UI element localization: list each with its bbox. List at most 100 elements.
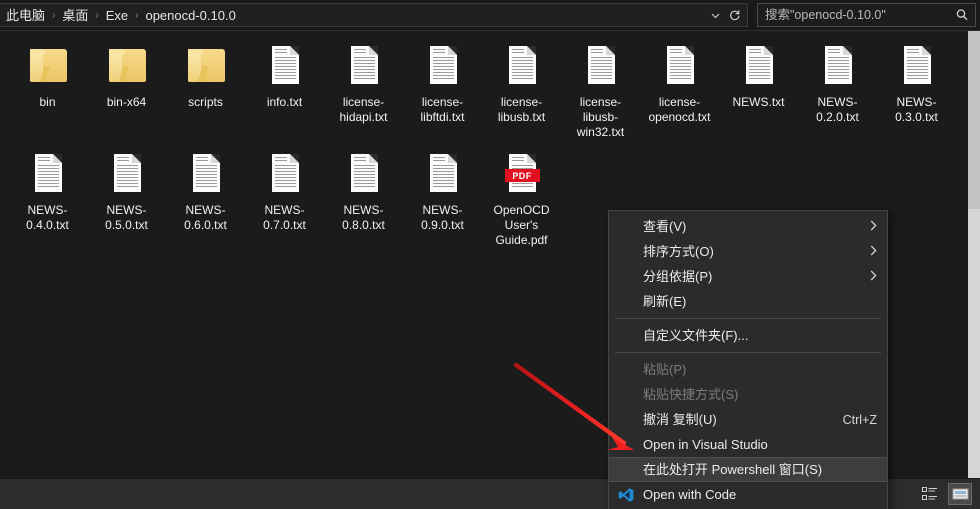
context-menu-item[interactable]: 在此处打开 Powershell 窗口(S)	[609, 457, 887, 482]
search-input[interactable]	[758, 8, 949, 22]
menu-item-icon-slot	[609, 239, 643, 264]
file-name-label: NEWS-0.6.0.txt	[184, 203, 227, 232]
pdf-file-icon: PDF	[498, 150, 546, 198]
context-menu-item-label: 查看(V)	[643, 219, 687, 234]
file-name-label: NEWS-0.7.0.txt	[263, 203, 306, 232]
context-menu[interactable]: 查看(V) 排序方式(O) 分组依据(P) 刷新(E) 自定义文件夹(F)... 粘贴(P…	[608, 210, 888, 509]
vertical-scrollbar[interactable]	[968, 31, 980, 478]
text-file-icon	[656, 42, 704, 90]
file-tile[interactable]: NEWS-0.9.0.txt	[403, 144, 482, 248]
menu-item-icon-slot	[609, 432, 643, 457]
pdf-badge: PDF	[504, 169, 540, 182]
file-tile[interactable]: scripts	[166, 36, 245, 140]
text-file-icon	[814, 42, 862, 90]
context-menu-item-label: 粘贴快捷方式(S)	[643, 387, 739, 402]
file-tile[interactable]: license-libftdi.txt	[403, 36, 482, 140]
text-file-icon	[419, 42, 467, 90]
context-menu-item[interactable]: 分组依据(P)	[609, 264, 887, 289]
context-menu-item[interactable]: 查看(V)	[609, 214, 887, 239]
view-mode-buttons	[918, 483, 972, 505]
context-menu-item-label: 撤消 复制(U)	[643, 412, 717, 427]
chevron-right-icon	[860, 264, 877, 289]
context-menu-item-label: 粘贴(P)	[643, 362, 687, 377]
file-tile[interactable]: license-libusb-win32.txt	[561, 36, 640, 140]
file-name-label: license-libusb.txt	[497, 95, 546, 124]
file-tile[interactable]: NEWS-0.5.0.txt	[87, 144, 166, 248]
file-tile[interactable]: bin-x64	[87, 36, 166, 140]
menu-separator	[615, 352, 881, 353]
breadcrumb-separator: ›	[135, 9, 139, 21]
context-menu-item[interactable]: 刷新(E)	[609, 289, 887, 314]
file-name-label: NEWS-0.9.0.txt	[421, 203, 464, 232]
context-menu-item: 粘贴(P)	[609, 357, 887, 382]
breadcrumb-item[interactable]: Exe	[101, 5, 133, 26]
file-tile[interactable]: NEWS-0.4.0.txt	[8, 144, 87, 248]
context-menu-item[interactable]: 撤消 复制(U) Ctrl+Z	[609, 407, 887, 432]
breadcrumb-separator: ›	[52, 9, 56, 21]
breadcrumb-bar[interactable]: 此电脑 › 桌面 › Exe › openocd-0.10.0	[0, 3, 748, 27]
search-icon[interactable]	[949, 4, 975, 26]
text-file-icon	[24, 150, 72, 198]
file-tile[interactable]: license-openocd.txt	[640, 36, 719, 140]
address-bar: 此电脑 › 桌面 › Exe › openocd-0.10.0	[0, 0, 980, 31]
file-tile[interactable]: NEWS.txt	[719, 36, 798, 140]
context-menu-item[interactable]: 自定义文件夹(F)...	[609, 323, 887, 348]
file-tile[interactable]: license-libusb.txt	[482, 36, 561, 140]
chevron-down-icon[interactable]	[706, 4, 725, 26]
breadcrumb-separator: ›	[95, 9, 99, 21]
context-menu-item: 粘贴快捷方式(S)	[609, 382, 887, 407]
context-menu-item-label: 分组依据(P)	[643, 269, 713, 284]
file-tile[interactable]: PDF OpenOCD User's Guide.pdf	[482, 144, 561, 248]
text-file-icon	[261, 42, 309, 90]
text-file-icon	[419, 150, 467, 198]
file-name-label: bin-x64	[106, 95, 147, 109]
text-file-icon	[893, 42, 941, 90]
chevron-right-icon	[860, 214, 877, 239]
context-menu-item[interactable]: Open with Code	[609, 482, 887, 507]
breadcrumb[interactable]: 此电脑 › 桌面 › Exe › openocd-0.10.0	[0, 4, 706, 26]
context-menu-item-label: Open with Code	[643, 487, 737, 502]
file-name-label: NEWS.txt	[732, 95, 785, 109]
context-menu-item[interactable]: 排序方式(O)	[609, 239, 887, 264]
file-name-label: license-openocd.txt	[648, 95, 711, 124]
file-tile[interactable]: bin	[8, 36, 87, 140]
file-tile[interactable]: NEWS-0.2.0.txt	[798, 36, 877, 140]
refresh-icon[interactable]	[725, 4, 744, 26]
details-view-button[interactable]	[918, 483, 942, 505]
menu-separator	[615, 318, 881, 319]
file-name-label: bin	[39, 95, 56, 109]
context-menu-item[interactable]: Open in Visual Studio	[609, 432, 887, 457]
file-tile[interactable]: NEWS-0.3.0.txt	[877, 36, 956, 140]
scrollbar-thumb[interactable]	[968, 31, 980, 209]
scroll-down-button[interactable]	[968, 466, 980, 478]
file-tile[interactable]: license-hidapi.txt	[324, 36, 403, 140]
menu-item-icon-slot	[609, 289, 643, 314]
breadcrumb-item[interactable]: 此电脑	[1, 5, 50, 26]
chevron-right-icon	[860, 239, 877, 264]
text-file-icon	[182, 150, 230, 198]
text-file-icon	[577, 42, 625, 90]
search-box[interactable]	[757, 3, 976, 27]
file-name-label: NEWS-0.5.0.txt	[105, 203, 148, 232]
large-icons-view-button[interactable]	[948, 483, 972, 505]
file-tile[interactable]: info.txt	[245, 36, 324, 140]
file-tile[interactable]: NEWS-0.6.0.txt	[166, 144, 245, 248]
file-name-label: OpenOCD User's Guide.pdf	[493, 203, 550, 247]
text-file-icon	[340, 42, 388, 90]
menu-item-icon-slot	[609, 323, 643, 348]
context-menu-item-label: 刷新(E)	[643, 294, 687, 309]
text-file-icon	[498, 42, 546, 90]
menu-item-icon-slot	[609, 457, 643, 482]
menu-item-icon-slot	[609, 407, 643, 432]
context-menu-item-label: 自定义文件夹(F)...	[643, 328, 749, 343]
file-name-label: NEWS-0.2.0.txt	[816, 95, 859, 124]
file-tile[interactable]: NEWS-0.7.0.txt	[245, 144, 324, 248]
breadcrumb-item[interactable]: 桌面	[57, 5, 93, 26]
menu-item-shortcut: Ctrl+Z	[842, 412, 877, 427]
breadcrumb-item[interactable]: openocd-0.10.0	[140, 5, 240, 26]
folder-icon	[24, 42, 72, 90]
text-file-icon	[735, 42, 783, 90]
text-file-icon	[103, 150, 151, 198]
vscode-icon	[609, 482, 643, 507]
file-tile[interactable]: NEWS-0.8.0.txt	[324, 144, 403, 248]
